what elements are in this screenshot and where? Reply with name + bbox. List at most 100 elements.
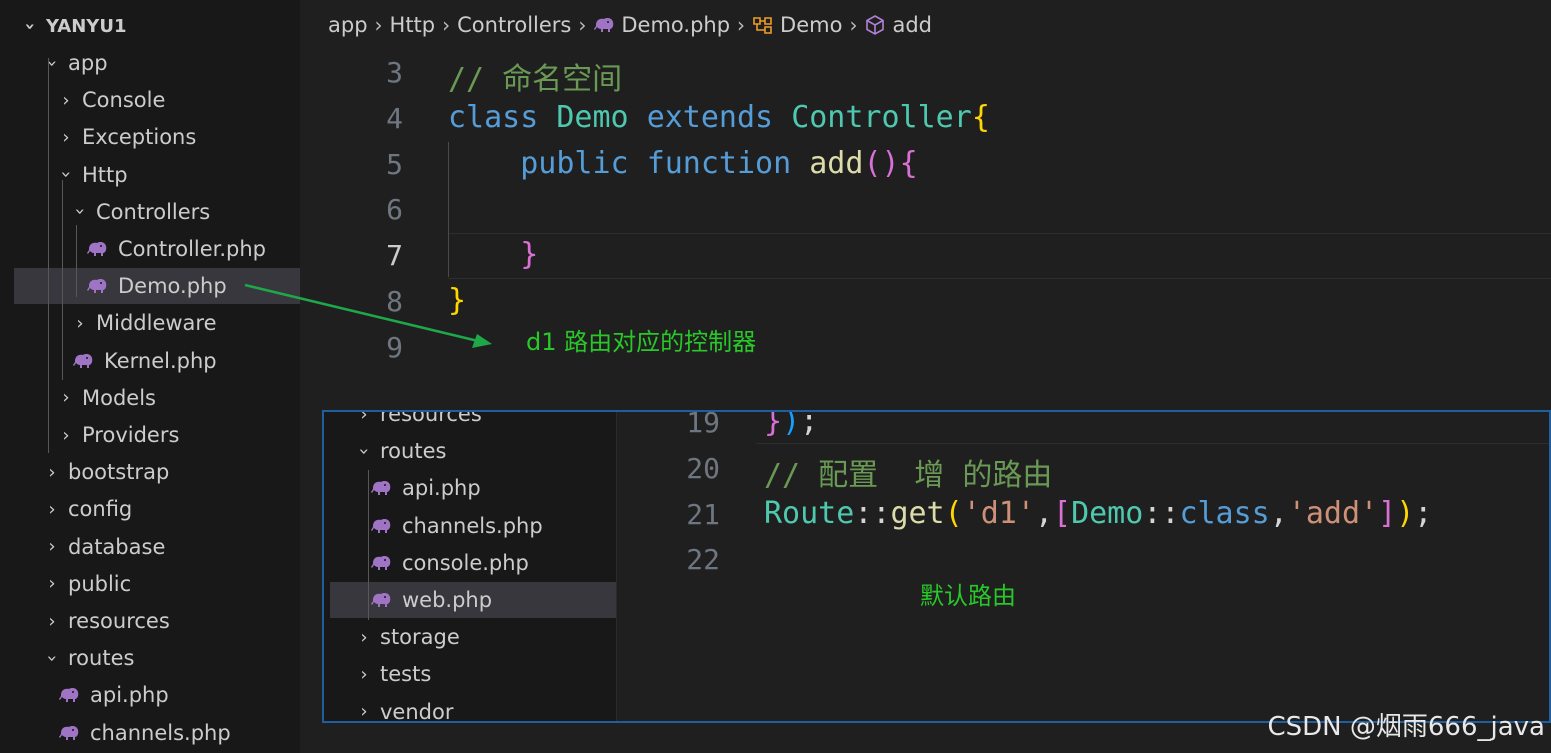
folder-item[interactable]: › bootstrap: [0, 454, 300, 490]
breadcrumb-item[interactable]: Controllers: [457, 13, 571, 37]
file-item[interactable]: Demo.php: [14, 268, 300, 305]
folder-item[interactable]: › app: [0, 45, 300, 81]
code-line[interactable]: }: [448, 237, 538, 272]
code-token: ::: [854, 495, 891, 531]
tree-item-label: api.php: [402, 476, 481, 501]
folder-item[interactable]: › Providers: [0, 417, 300, 453]
folder-item[interactable]: › storage: [324, 619, 616, 655]
code-line[interactable]: // 配置 增 的路由: [764, 450, 1052, 494]
file-item[interactable]: Controller.php: [0, 231, 300, 267]
tree-item-label: database: [68, 534, 166, 559]
chevron-down-icon: ›: [41, 654, 63, 662]
code-editor[interactable]: 3// 命名空间 4 class Demo extends Controller{5…: [300, 50, 1551, 410]
tree-item-label: console.php: [402, 550, 529, 575]
folder-item[interactable]: › Http: [0, 157, 300, 193]
tree-item-label: Kernel.php: [104, 348, 217, 373]
tree-item-label: channels.php: [402, 513, 543, 538]
code-line[interactable]: });: [764, 412, 818, 439]
breadcrumb: app › Http › Controllers › Demo.php › Demo › add: [300, 0, 1551, 50]
code-token: Controller: [791, 99, 972, 135]
code-token: [: [1053, 495, 1072, 531]
breadcrumb-item[interactable]: Http: [390, 13, 436, 37]
code-line[interactable]: public function add(){: [448, 145, 917, 181]
folder-item[interactable]: › Middleware: [0, 305, 300, 341]
tree-item-label: channels.php: [90, 720, 231, 745]
tree-indent-guide: [62, 180, 63, 380]
php-file-icon: [370, 518, 396, 534]
php-file-icon: [58, 725, 84, 741]
code-token: class: [1179, 495, 1270, 531]
code-token: extends: [646, 99, 774, 135]
php-file-icon: [58, 687, 84, 703]
inset-line-divider: [756, 443, 1549, 444]
code-token: }: [520, 237, 539, 273]
chevron-right-icon: ›: [48, 573, 56, 595]
code-line[interactable]: Route::get('d1',[Demo::class,'add']);: [764, 496, 1432, 531]
tree-item-label: Http: [82, 162, 128, 187]
tree-item-label: app: [68, 51, 108, 75]
tree-item-label: Middleware: [96, 311, 217, 336]
php-file-icon: [370, 592, 396, 608]
folder-item[interactable]: › vendor: [324, 694, 616, 721]
tree-item-label: routes: [380, 439, 447, 464]
inset-code-editor[interactable]: 19}); 20// 配置 增 的路由 21 Route::get('d1',[Dem…: [616, 412, 1549, 721]
inset-explorer: › resources › routes api.php channels.php cons…: [324, 410, 617, 721]
line-number: 20: [686, 451, 720, 485]
folder-item[interactable]: › Console: [0, 82, 300, 118]
code-token: (): [863, 145, 900, 181]
code-token: public: [520, 145, 629, 181]
chevron-right-icon: ›: [360, 663, 368, 685]
chevron-right-icon: ›: [76, 312, 84, 334]
code-line[interactable]: class Demo extends Controller{: [448, 100, 990, 135]
explorer-sidebar: › YANYU1 › app › Console › Exceptions › Http › Co…: [0, 0, 300, 753]
php-file-icon: [86, 241, 112, 257]
folder-item[interactable]: › resources: [0, 603, 300, 639]
php-file-icon: [86, 278, 112, 294]
chevron-down-icon: ›: [41, 59, 63, 67]
breadcrumb-item[interactable]: app: [328, 13, 368, 37]
breadcrumb-item[interactable]: add: [892, 13, 932, 37]
file-item[interactable]: Kernel.php: [0, 343, 300, 379]
folder-item[interactable]: › public: [0, 566, 300, 602]
code-token: ]: [1378, 495, 1397, 531]
line-number: 7: [386, 239, 403, 273]
file-item[interactable]: api.php: [0, 677, 300, 713]
chevron-right-icon: ›: [849, 13, 858, 37]
chevron-right-icon: ›: [360, 410, 368, 425]
folder-item[interactable]: › config: [0, 491, 300, 527]
code-line[interactable]: }: [448, 283, 466, 318]
folder-item[interactable]: › Controllers: [0, 194, 300, 230]
folder-item[interactable]: › database: [0, 529, 300, 565]
tree-indent-guide: [368, 470, 369, 620]
code-token: Demo: [556, 99, 629, 135]
folder-item[interactable]: › tests: [324, 656, 616, 692]
default-route-annotation: 默认路由: [920, 582, 1016, 610]
line-number: 4: [386, 101, 403, 135]
php-file-icon: [370, 480, 396, 496]
code-token: ,: [1269, 495, 1288, 531]
file-item[interactable]: web.php: [330, 582, 616, 618]
line-number: 9: [386, 330, 403, 364]
tree-item-label: tests: [380, 662, 432, 687]
code-token: (: [944, 495, 963, 531]
code-token: ::: [1143, 495, 1180, 531]
code-line[interactable]: // 命名空间: [448, 54, 622, 98]
class-icon: [752, 15, 774, 35]
file-item[interactable]: channels.php: [0, 715, 300, 751]
folder-item[interactable]: › routes: [0, 640, 300, 676]
line-number: 5: [386, 147, 403, 181]
tree-item-label: api.php: [90, 683, 169, 708]
code-token: ,: [1034, 495, 1053, 531]
explorer-root-folder[interactable]: › YANYU1: [0, 8, 300, 44]
breadcrumb-item[interactable]: Demo: [780, 13, 842, 37]
chevron-right-icon: ›: [374, 13, 383, 37]
tree-item-label: resources: [68, 609, 170, 633]
folder-item[interactable]: › Models: [0, 380, 300, 416]
breadcrumb-item[interactable]: Demo.php: [621, 13, 730, 37]
folder-item[interactable]: › Exceptions: [0, 119, 300, 155]
tree-item-label: Controller.php: [118, 237, 267, 261]
folder-item[interactable]: › resources: [324, 410, 616, 432]
folder-item[interactable]: › routes: [324, 433, 616, 469]
